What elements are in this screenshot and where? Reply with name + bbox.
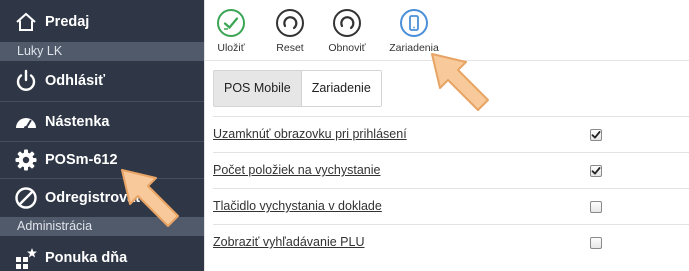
sidebar-item-predaj[interactable]: Predaj [0,6,204,38]
annotation-arrow-icon [431,53,489,111]
mobile-device-icon [400,9,428,37]
gear-icon [14,148,38,172]
save-button[interactable]: Uložiť [201,9,261,54]
reset-button[interactable]: Reset [260,9,320,54]
tab-pos-mobile[interactable]: POS Mobile [214,71,302,106]
annotation-arrow-icon [121,169,179,227]
setting-label: Zobraziť vyhľadávanie PLU [213,235,365,249]
setting-label: Počet položiek na vychystanie [213,163,381,177]
setting-checkbox[interactable] [590,129,602,141]
sidebar-item-label: POSm-612 [45,152,118,168]
sidebar-item-label: Ponuka dňa [45,250,128,266]
setting-checkbox[interactable] [590,165,602,177]
settings-row: Zobraziť vyhľadávanie PLU [213,224,689,260]
dashboard-icon [14,110,38,134]
sidebar-item-odhlasit[interactable]: Odhlásiť [0,61,204,101]
power-icon [14,69,38,93]
save-button-label: Uložiť [217,42,245,54]
sidebar-item-label: Predaj [45,14,90,30]
ban-icon [14,186,38,210]
tab-zariadenie[interactable]: Zariadenie [301,71,381,106]
setting-checkbox[interactable] [590,201,602,213]
reset-circle-icon [276,9,304,37]
sidebar-item-label: Odhlásiť [45,73,106,89]
setting-checkbox[interactable] [590,237,602,249]
setting-label: Tlačidlo vychystania v doklade [213,199,382,213]
sidebar-item-nastenka[interactable]: Nástenka [0,103,204,141]
settings-row: Počet položiek na vychystanie [213,152,689,188]
grid-star-icon [14,246,38,270]
setting-label: Uzamknúť obrazovku pri prihlásení [213,127,407,141]
home-icon [14,10,38,34]
refresh-button[interactable]: Obnoviť [317,9,377,54]
section-header-user: Luky LK [0,42,204,61]
reset-button-label: Reset [276,42,304,54]
sidebar-item-ponuka-dna[interactable]: Ponuka dňa [0,238,204,271]
tab-bar: POS Mobile Zariadenie [213,70,382,107]
refresh-button-label: Obnoviť [328,42,366,54]
save-check-icon [217,9,245,37]
settings-row: Tlačidlo vychystania v doklade [213,188,689,224]
divider [0,101,204,102]
sidebar-item-label: Nástenka [45,114,110,130]
refresh-circle-icon [333,9,361,37]
